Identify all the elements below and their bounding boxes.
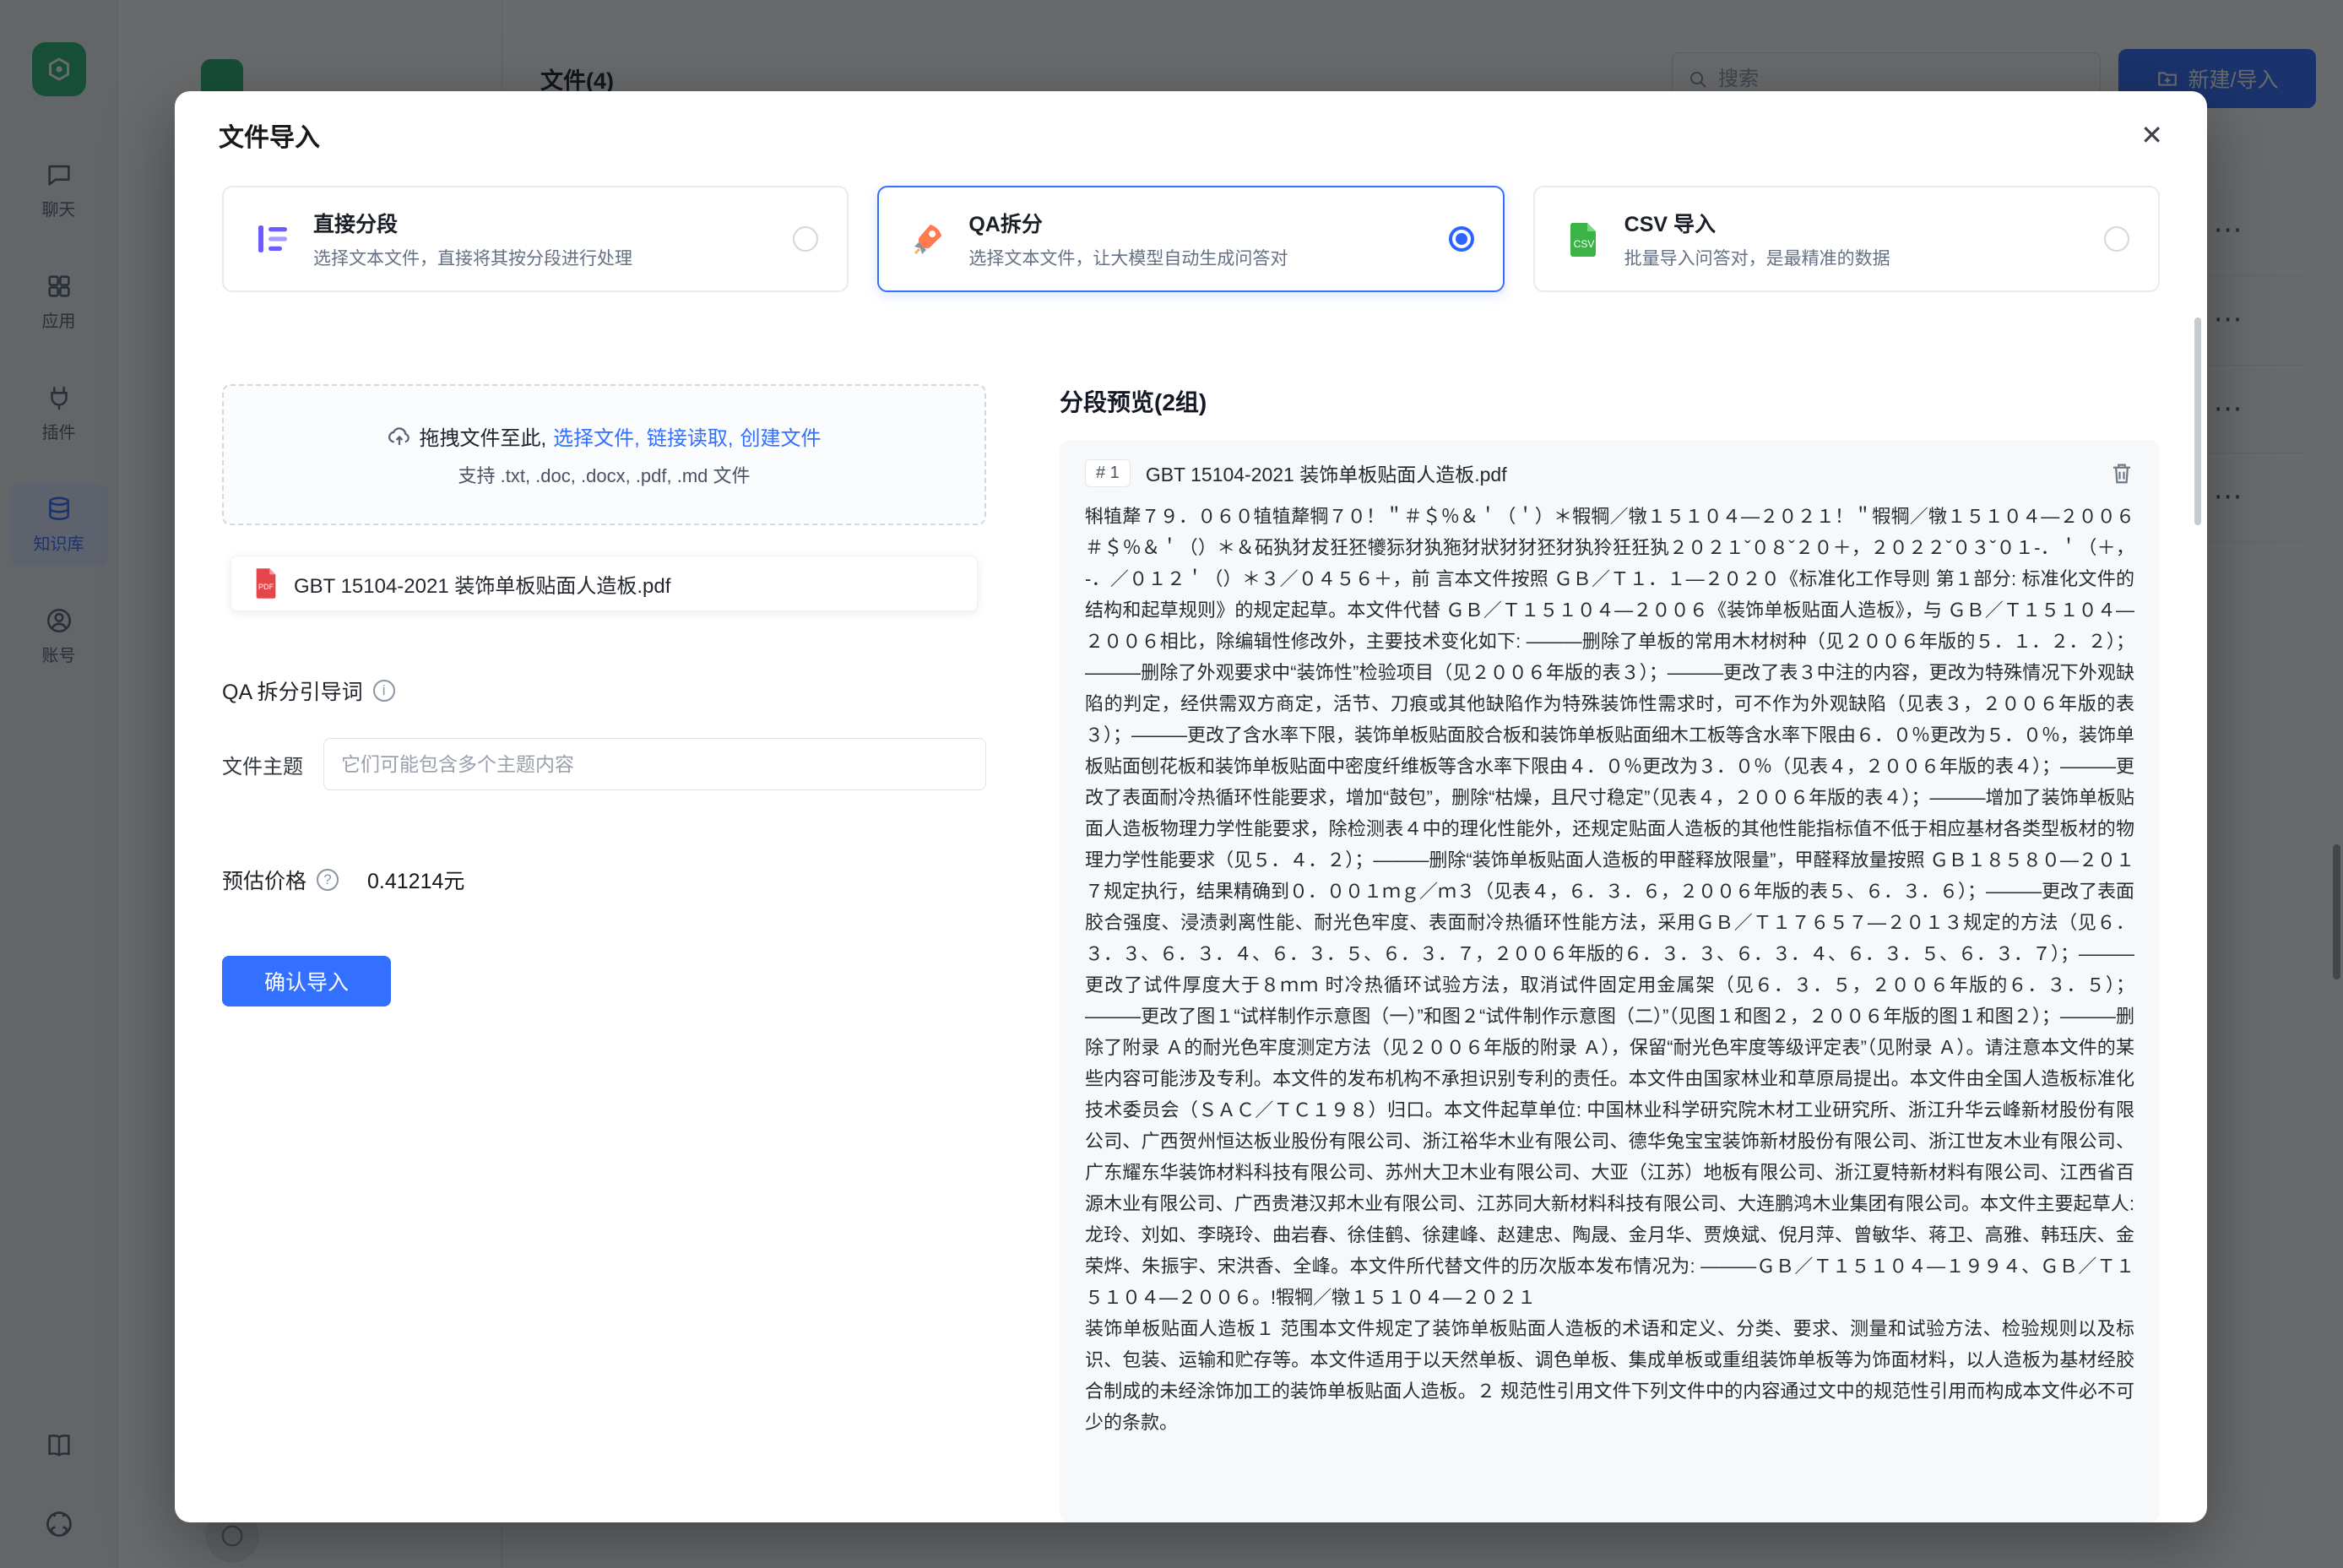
mode-title: CSV 导入: [1624, 208, 1890, 238]
help-icon[interactable]: ?: [317, 869, 339, 891]
delete-chunk-button[interactable]: [2109, 460, 2134, 486]
qa-prompt-label: QA 拆分引导词: [222, 675, 363, 706]
create-file-link[interactable]: 创建文件: [740, 421, 822, 451]
mode-card-qa-split[interactable]: QA拆分 选择文本文件，让大模型自动生成问答对: [877, 186, 1504, 292]
mode-title: 直接分段: [313, 208, 632, 238]
chunk-index-badge: # 1: [1085, 459, 1131, 487]
modal-title: 文件导入: [219, 117, 320, 154]
modal-body: 拖拽文件至此, 选择文件, 链接读取, 创建文件 支持 .txt, .doc, …: [222, 384, 2160, 1522]
uploaded-file-item[interactable]: PDF GBT 15104-2021 装饰单板贴面人造板.pdf: [231, 556, 978, 611]
file-drop-area[interactable]: 拖拽文件至此, 选择文件, 链接读取, 创建文件 支持 .txt, .doc, …: [222, 384, 986, 525]
mode-desc: 选择文本文件，让大模型自动生成问答对: [968, 245, 1288, 270]
mode-title: QA拆分: [968, 208, 1288, 238]
radio-dot: [1456, 233, 1467, 245]
mode-card-direct-segment[interactable]: 直接分段 选择文本文件，直接将其按分段进行处理: [222, 186, 849, 292]
chunk-header: # 1 GBT 15104-2021 装饰单板贴面人造板.pdf: [1085, 458, 2134, 487]
upload-cloud-icon: [387, 424, 412, 449]
rocket-icon: [908, 219, 948, 259]
drop-text-prefix: 拖拽文件至此,: [419, 421, 546, 451]
mode-desc: 批量导入问答对，是最精准的数据: [1624, 245, 1890, 270]
preview-column: 分段预览(2组) # 1 GBT 15104-2021 装饰单板贴面人造板.pd…: [1060, 384, 2160, 1522]
info-icon[interactable]: i: [373, 680, 395, 702]
drop-instruction: 拖拽文件至此, 选择文件, 链接读取, 创建文件: [387, 421, 821, 451]
segment-icon: [252, 219, 293, 259]
mode-texts: CSV 导入 批量导入问答对，是最精准的数据: [1624, 208, 1890, 270]
price-value: 0.41214元: [367, 865, 464, 895]
svg-text:PDF: PDF: [258, 583, 274, 591]
chunk-content: 犐犆犛７９．０６０犆犆犛犅７０！＂＃＄％＆＇（＇）＊犌犅／犜１５１０４—２０２１…: [1085, 501, 2134, 1522]
trash-icon: [2109, 460, 2134, 486]
preview-chunk-card: # 1 GBT 15104-2021 装饰单板贴面人造板.pdf 犐犆犛７９．０…: [1060, 440, 2160, 1522]
mode-desc: 选择文本文件，直接将其按分段进行处理: [313, 245, 632, 270]
topic-label: 文件主题: [222, 750, 303, 779]
mode-texts: QA拆分 选择文本文件，让大模型自动生成问答对: [968, 208, 1288, 270]
mode-radio[interactable]: [793, 226, 818, 252]
modal-scrollbar-thumb[interactable]: [2194, 317, 2201, 525]
upload-column: 拖拽文件至此, 选择文件, 链接读取, 创建文件 支持 .txt, .doc, …: [222, 384, 986, 1522]
csv-icon: CSV: [1564, 219, 1604, 259]
price-row: 预估价格 ? 0.41214元: [222, 865, 986, 895]
close-icon[interactable]: ✕: [2140, 122, 2163, 149]
uploaded-file-name: GBT 15104-2021 装饰单板贴面人造板.pdf: [294, 569, 670, 599]
mode-card-csv-import[interactable]: CSV CSV 导入 批量导入问答对，是最精准的数据: [1533, 186, 2160, 292]
topic-input[interactable]: [323, 738, 986, 790]
link-read-link[interactable]: 链接读取,: [647, 421, 734, 451]
select-file-link[interactable]: 选择文件,: [553, 421, 640, 451]
qa-prompt-row: QA 拆分引导词 i: [222, 675, 986, 706]
pdf-file-icon: PDF: [252, 567, 280, 600]
price-label: 预估价格: [222, 865, 306, 895]
mode-radio[interactable]: [2104, 226, 2129, 252]
file-import-modal: 文件导入 ✕ 直接分段 选择文本文件，直接将其按分段进行处理: [175, 91, 2207, 1522]
preview-title: 分段预览(2组): [1060, 384, 2160, 418]
import-mode-row: 直接分段 选择文本文件，直接将其按分段进行处理 QA拆分 选择文本文件，让大模型…: [222, 186, 2160, 292]
mode-texts: 直接分段 选择文本文件，直接将其按分段进行处理: [313, 208, 632, 270]
supported-formats-text: 支持 .txt, .doc, .docx, .pdf, .md 文件: [458, 461, 751, 488]
svg-text:CSV: CSV: [1573, 238, 1594, 250]
radio-inner: [1452, 230, 1471, 248]
screen: 聊天 应用 插件: [0, 0, 2343, 1568]
confirm-import-button[interactable]: 确认导入: [222, 956, 391, 1006]
modal-header: 文件导入 ✕: [175, 91, 2207, 171]
chunk-filename: GBT 15104-2021 装饰单板贴面人造板.pdf: [1146, 458, 1507, 487]
topic-row: 文件主题: [222, 738, 986, 790]
mode-radio[interactable]: [1449, 226, 1474, 252]
